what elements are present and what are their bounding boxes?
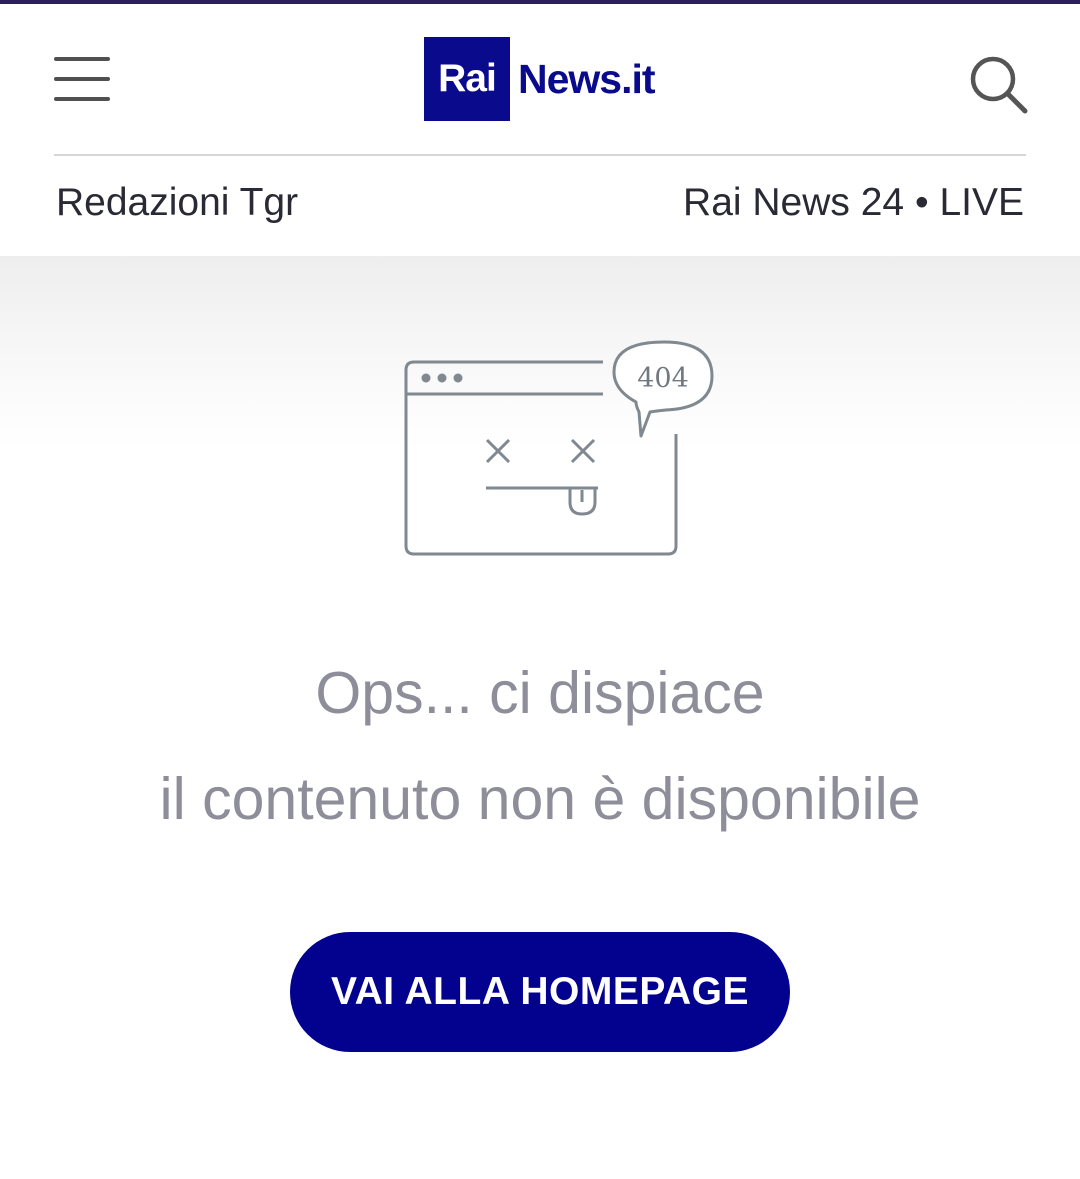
rainews-logo[interactable]: Rai News.it [424,37,656,121]
error-code-text: 404 [637,363,689,394]
hamburger-menu-icon-line-2 [54,77,110,81]
header: Rai News.it Redazioni Tgr Rai News 24 • … [0,4,1080,256]
go-to-homepage-button[interactable]: VAI ALLA HOMEPAGE [290,932,790,1052]
broken-browser-404-icon: 404 [404,340,714,556]
error-message-line-2: il contenuto non è disponibile [159,766,921,832]
search-icon [970,56,1028,114]
menu-button[interactable] [54,54,112,104]
search-button[interactable] [966,52,1030,116]
logo-mark: Rai [424,37,510,121]
hamburger-menu-icon-line-3 [54,97,110,101]
hamburger-menu-icon-line-1 [54,57,110,61]
error-message-line-1: Ops... ci dispiace [315,660,765,726]
logo-text: News.it [518,55,656,102]
page: Rai News.it Redazioni Tgr Rai News 24 • … [0,0,1080,1179]
nav-link-redazioni-tgr[interactable]: Redazioni Tgr [56,180,298,226]
nav-link-rainews24-live[interactable]: Rai News 24 • LIVE [683,180,1024,226]
error-message: Ops... ci dispiace il contenuto non è di… [0,640,1080,852]
header-divider [54,154,1026,156]
